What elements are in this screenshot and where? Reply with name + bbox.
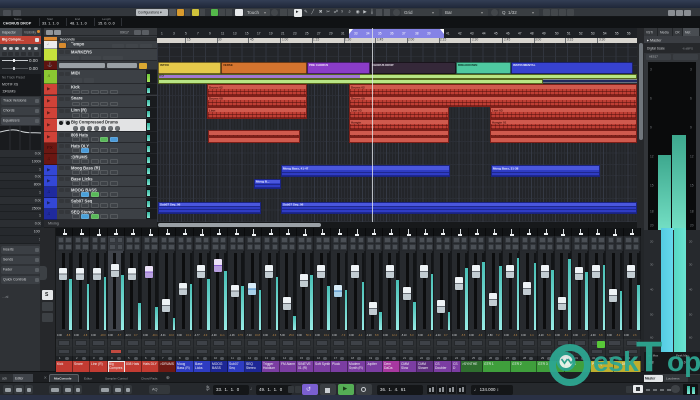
svg-text:esk: esk xyxy=(593,346,639,377)
svg-text:op: op xyxy=(667,346,700,377)
svg-text:T: T xyxy=(636,336,662,381)
